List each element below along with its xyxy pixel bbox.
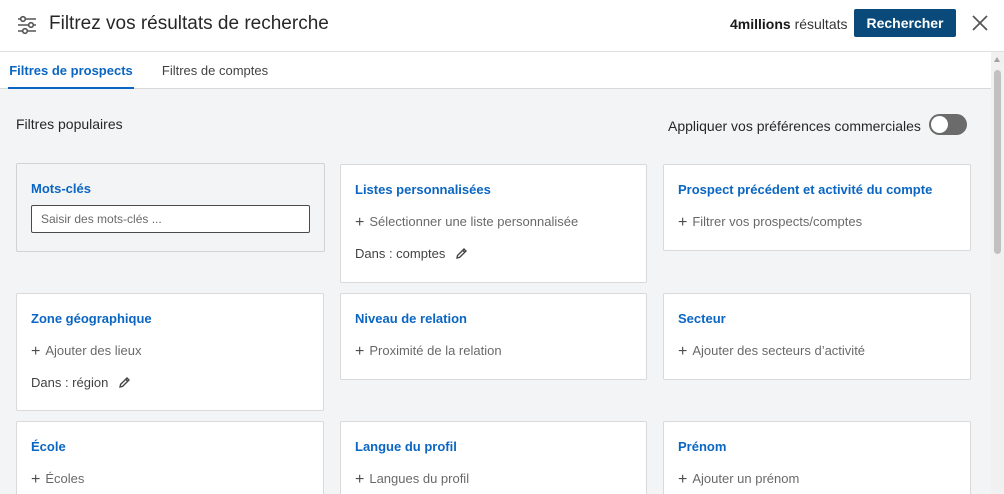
- plus-icon: +: [355, 343, 365, 360]
- add-label: Ajouter des secteurs d’activité: [692, 343, 866, 358]
- results-suffix: résultats: [794, 16, 848, 32]
- scope-text: Dans : région: [31, 375, 109, 390]
- add-label: Écoles: [45, 471, 85, 486]
- toggle-knob: [931, 116, 948, 133]
- plus-icon: +: [31, 471, 41, 488]
- add-label: Filtrer vos prospects/comptes: [692, 214, 863, 229]
- scrollbar[interactable]: [991, 52, 1004, 494]
- tab-prospect-filters[interactable]: Filtres de prospects: [8, 52, 134, 89]
- card-sector: Secteur + Ajouter des secteurs d’activité: [663, 293, 971, 380]
- add-custom-list[interactable]: + Sélectionner une liste personnalisée: [355, 214, 578, 232]
- scope-label: Dans : région: [31, 375, 131, 390]
- close-button[interactable]: [969, 12, 991, 34]
- add-label: Proximité de la relation: [369, 343, 502, 358]
- card-title: Secteur: [678, 311, 726, 326]
- card-school: École + Écoles: [16, 421, 324, 494]
- card-keywords: Mots-clés: [16, 163, 325, 252]
- add-label: Sélectionner une liste personnalisée: [369, 214, 579, 229]
- add-label: Langues du profil: [369, 471, 470, 486]
- card-title: École: [31, 439, 66, 454]
- results-count: 4millions résultats: [730, 16, 848, 32]
- card-title: Langue du profil: [355, 439, 457, 454]
- add-school[interactable]: + Écoles: [31, 471, 84, 489]
- add-relationship[interactable]: + Proximité de la relation: [355, 343, 502, 361]
- plus-icon: +: [31, 343, 41, 360]
- sliders-icon: [16, 14, 38, 36]
- card-relationship: Niveau de relation + Proximité de la rela…: [340, 293, 647, 380]
- plus-icon: +: [678, 343, 688, 360]
- card-title: Listes personnalisées: [355, 182, 491, 197]
- preferences-label: Appliquer vos préférences commerciales: [668, 118, 921, 134]
- add-label: Ajouter un prénom: [692, 471, 800, 486]
- scrollbar-thumb[interactable]: [994, 70, 1001, 254]
- add-previous-activity[interactable]: + Filtrer vos prospects/comptes: [678, 214, 862, 232]
- tab-account-filters[interactable]: Filtres de comptes: [150, 52, 280, 89]
- scroll-up-arrow[interactable]: [994, 57, 1000, 62]
- add-profile-language[interactable]: + Langues du profil: [355, 471, 469, 489]
- add-sector[interactable]: + Ajouter des secteurs d’activité: [678, 343, 865, 361]
- card-previous-activity: Prospect précédent et activité du compte…: [663, 164, 971, 251]
- plus-icon: +: [678, 214, 688, 231]
- plus-icon: +: [355, 471, 365, 488]
- search-button[interactable]: Rechercher: [854, 9, 956, 37]
- preferences-toggle[interactable]: [929, 114, 967, 135]
- pencil-icon[interactable]: [455, 247, 468, 260]
- panel-title: Filtrez vos résultats de recherche: [49, 13, 329, 34]
- plus-icon: +: [678, 471, 688, 488]
- card-profile-language: Langue du profil + Langues du profil: [340, 421, 647, 494]
- add-first-name[interactable]: + Ajouter un prénom: [678, 471, 799, 489]
- card-custom-lists: Listes personnalisées + Sélectionner une …: [340, 164, 647, 283]
- plus-icon: +: [355, 214, 365, 231]
- filter-tabs: Filtres de prospects Filtres de comptes: [0, 52, 1004, 89]
- filter-panel-header: Filtrez vos résultats de recherche 4mill…: [0, 0, 1004, 52]
- card-first-name: Prénom + Ajouter un prénom: [663, 421, 971, 494]
- add-location[interactable]: + Ajouter des lieux: [31, 343, 141, 361]
- scope-text: Dans : comptes: [355, 246, 446, 261]
- add-label: Ajouter des lieux: [45, 343, 142, 358]
- card-title: Zone géographique: [31, 311, 152, 326]
- scope-label: Dans : comptes: [355, 246, 468, 261]
- card-title: Prospect précédent et activité du compte: [678, 182, 933, 197]
- card-title: Niveau de relation: [355, 311, 467, 326]
- card-title: Mots-clés: [31, 181, 91, 196]
- card-title: Prénom: [678, 439, 727, 454]
- close-icon: [969, 15, 991, 37]
- card-geography: Zone géographique + Ajouter des lieux Dan…: [16, 293, 324, 411]
- results-number: 4millions: [730, 16, 791, 32]
- keywords-input[interactable]: [31, 205, 310, 233]
- section-title: Filtres populaires: [16, 116, 123, 132]
- pencil-icon[interactable]: [118, 376, 131, 389]
